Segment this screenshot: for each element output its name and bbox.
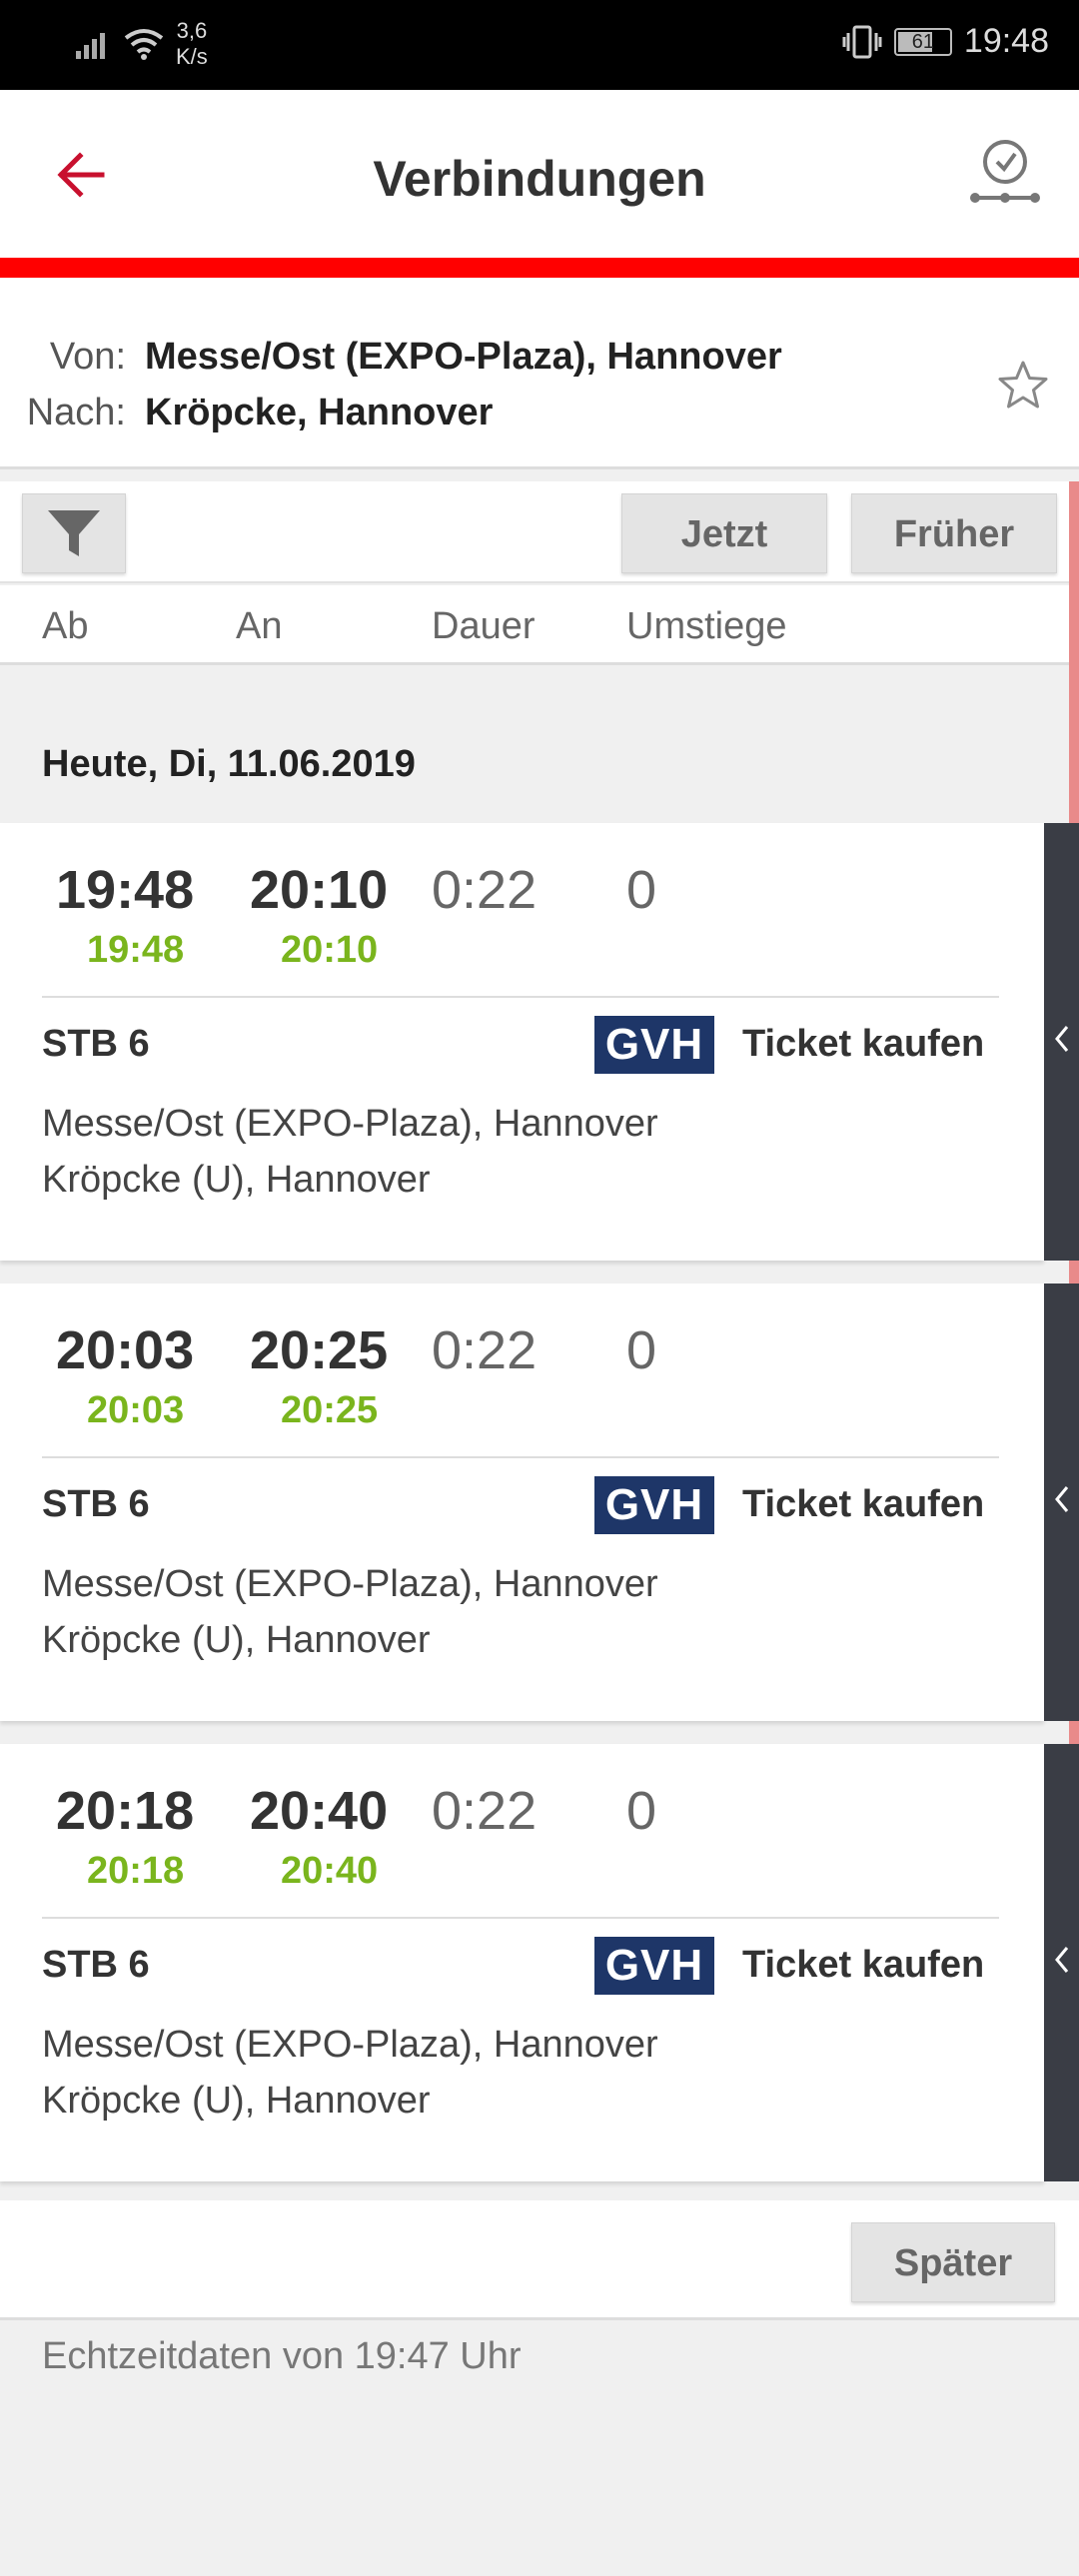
to-label: Nach: bbox=[26, 392, 126, 433]
realtime-departure: 19:48 bbox=[87, 929, 185, 971]
realtime-departure: 20:18 bbox=[87, 1850, 185, 1892]
departure-time: 19:48 bbox=[56, 860, 195, 920]
realtime-note: Echtzeitdaten von 19:47 Uhr bbox=[42, 2335, 522, 2377]
realtime-arrival: 20:10 bbox=[281, 929, 379, 971]
changes-count: 0 bbox=[626, 1781, 657, 1841]
buy-ticket-link[interactable]: Ticket kaufen bbox=[742, 1023, 984, 1066]
col-arrival[interactable]: An bbox=[236, 605, 282, 648]
from-label: Von: bbox=[49, 336, 126, 378]
to-station: Kröpcke, Hannover bbox=[145, 392, 494, 433]
battery-icon: 61 bbox=[893, 27, 952, 56]
chevron-left-icon bbox=[1055, 1026, 1069, 1052]
clock-time: 19:48 bbox=[963, 22, 1049, 60]
expand-handle[interactable] bbox=[1044, 1744, 1079, 2181]
route-summary[interactable]: Von: Messe/Ost (EXPO-Plaza), Hannover Na… bbox=[0, 278, 1079, 469]
line-name: STB 6 bbox=[42, 1944, 150, 1986]
connection-card[interactable]: 20:03 20:25 0:22 0 20:03 20:25 STB 6 GVH… bbox=[0, 1284, 1079, 1721]
later-bar: Später bbox=[0, 2200, 1079, 2320]
network-speed: 3,6 K/s bbox=[176, 18, 208, 69]
duration: 0:22 bbox=[432, 860, 538, 920]
changes-count: 0 bbox=[626, 860, 657, 920]
toolbar: Jetzt Früher bbox=[0, 481, 1079, 583]
arrival-time: 20:10 bbox=[250, 860, 389, 920]
connection-card[interactable]: 20:18 20:40 0:22 0 20:18 20:40 STB 6 GVH… bbox=[0, 1744, 1079, 2181]
gvh-logo: GVH bbox=[594, 1476, 714, 1534]
realtime-departure: 20:03 bbox=[87, 1389, 185, 1431]
line-name: STB 6 bbox=[42, 1483, 150, 1525]
card-divider bbox=[42, 1917, 999, 1919]
status-bar: 3,6 K/s 61 19:48 bbox=[0, 0, 1079, 90]
destination-station: Kröpcke (U), Hannover bbox=[42, 1159, 431, 1201]
chevron-left-icon bbox=[1055, 1947, 1069, 1973]
chevron-left-icon bbox=[1055, 1486, 1069, 1512]
signal-icon bbox=[76, 33, 105, 59]
departure-time: 20:18 bbox=[56, 1781, 195, 1841]
later-button[interactable]: Später bbox=[851, 2222, 1055, 2302]
arrival-time: 20:40 bbox=[250, 1781, 389, 1841]
duration: 0:22 bbox=[432, 1781, 538, 1841]
gvh-logo: GVH bbox=[594, 1016, 714, 1074]
vibrate-icon bbox=[842, 25, 882, 58]
destination-station: Kröpcke (U), Hannover bbox=[42, 2080, 431, 2122]
card-divider bbox=[42, 1456, 999, 1458]
favorite-star-icon[interactable] bbox=[995, 358, 1051, 414]
from-station: Messe/Ost (EXPO-Plaza), Hannover bbox=[145, 336, 782, 378]
col-departure[interactable]: Ab bbox=[42, 605, 88, 648]
buy-ticket-link[interactable]: Ticket kaufen bbox=[742, 1944, 984, 1987]
filter-button[interactable] bbox=[22, 493, 126, 573]
departure-clock-icon[interactable] bbox=[967, 136, 1043, 212]
origin-station: Messe/Ost (EXPO-Plaza), Hannover bbox=[42, 1103, 658, 1145]
expand-handle[interactable] bbox=[1044, 823, 1079, 1261]
gvh-logo: GVH bbox=[594, 1937, 714, 1995]
buy-ticket-link[interactable]: Ticket kaufen bbox=[742, 1483, 984, 1526]
departure-time: 20:03 bbox=[56, 1320, 195, 1380]
destination-station: Kröpcke (U), Hannover bbox=[42, 1619, 431, 1661]
app-header: Verbindungen bbox=[0, 90, 1079, 258]
realtime-arrival: 20:25 bbox=[281, 1389, 379, 1431]
col-duration[interactable]: Dauer bbox=[432, 605, 536, 648]
wifi-icon bbox=[124, 29, 164, 60]
accent-divider bbox=[0, 258, 1079, 278]
column-headers: Ab An Dauer Umstiege bbox=[0, 585, 1079, 665]
line-name: STB 6 bbox=[42, 1023, 150, 1065]
origin-station: Messe/Ost (EXPO-Plaza), Hannover bbox=[42, 1563, 658, 1605]
card-divider bbox=[42, 996, 999, 998]
realtime-arrival: 20:40 bbox=[281, 1850, 379, 1892]
changes-count: 0 bbox=[626, 1320, 657, 1380]
page-title: Verbindungen bbox=[373, 151, 706, 207]
col-changes[interactable]: Umstiege bbox=[626, 605, 787, 648]
connection-card[interactable]: 19:48 20:10 0:22 0 19:48 20:10 STB 6 GVH… bbox=[0, 823, 1079, 1261]
arrival-time: 20:25 bbox=[250, 1320, 389, 1380]
filter-icon bbox=[48, 510, 100, 556]
expand-handle[interactable] bbox=[1044, 1284, 1079, 1721]
now-button[interactable]: Jetzt bbox=[621, 493, 827, 573]
duration: 0:22 bbox=[432, 1320, 538, 1380]
origin-station: Messe/Ost (EXPO-Plaza), Hannover bbox=[42, 2024, 658, 2066]
day-header: Heute, Di, 11.06.2019 bbox=[42, 743, 416, 785]
earlier-button[interactable]: Früher bbox=[851, 493, 1057, 573]
